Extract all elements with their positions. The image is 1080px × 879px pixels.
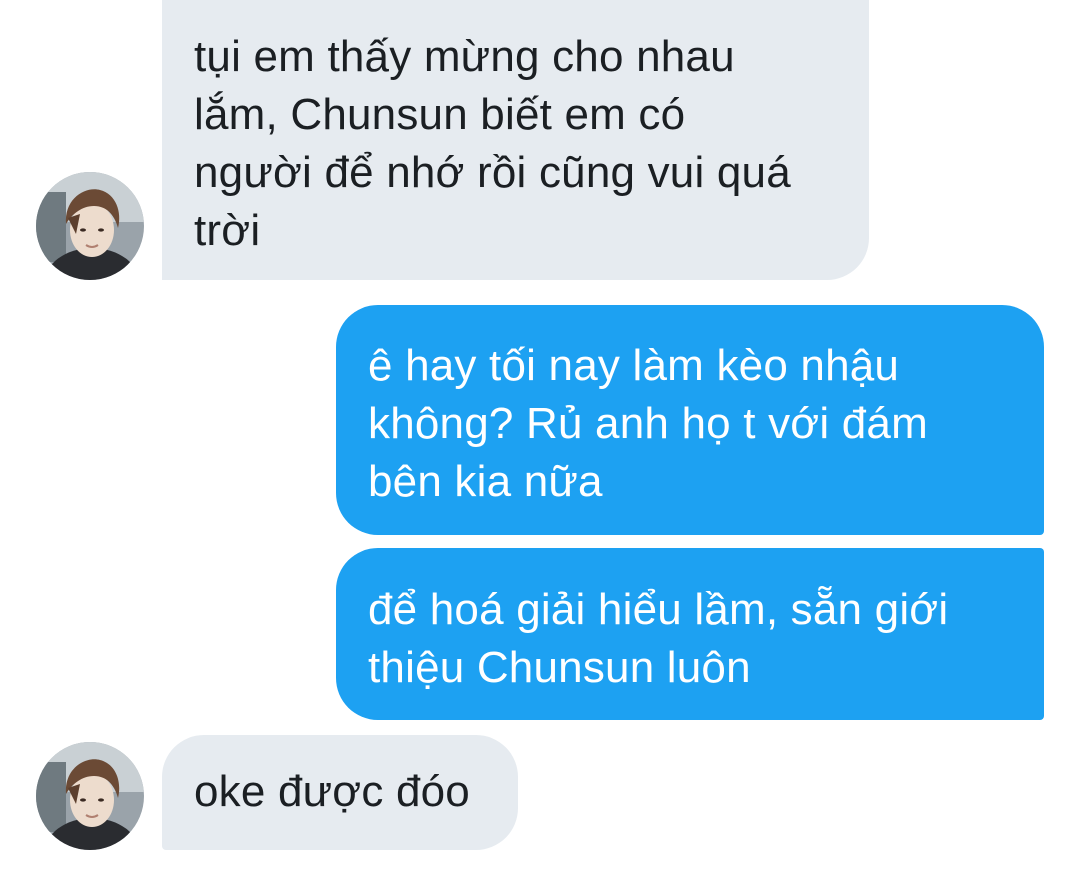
message-text: để hoá giải hiểu lầm, sẵn giới thiệu Chu… (368, 585, 949, 692)
avatar-photo-icon (36, 172, 144, 280)
contact-avatar[interactable] (36, 172, 144, 280)
avatar-photo-icon (36, 742, 144, 850)
incoming-message-bubble[interactable]: oke được đóo (162, 735, 518, 850)
message-text: oke được đóo (194, 767, 470, 816)
message-text: tụi em thấy mừng cho nhau lắm, Chunsun b… (194, 32, 791, 255)
contact-avatar[interactable] (36, 742, 144, 850)
incoming-message-bubble[interactable]: tụi em thấy mừng cho nhau lắm, Chunsun b… (162, 0, 869, 280)
outgoing-message-bubble[interactable]: để hoá giải hiểu lầm, sẵn giới thiệu Chu… (336, 548, 1044, 720)
outgoing-message-bubble[interactable]: ê hay tối nay làm kèo nhậu không? Rủ anh… (336, 305, 1044, 535)
message-text: ê hay tối nay làm kèo nhậu không? Rủ anh… (368, 341, 928, 506)
